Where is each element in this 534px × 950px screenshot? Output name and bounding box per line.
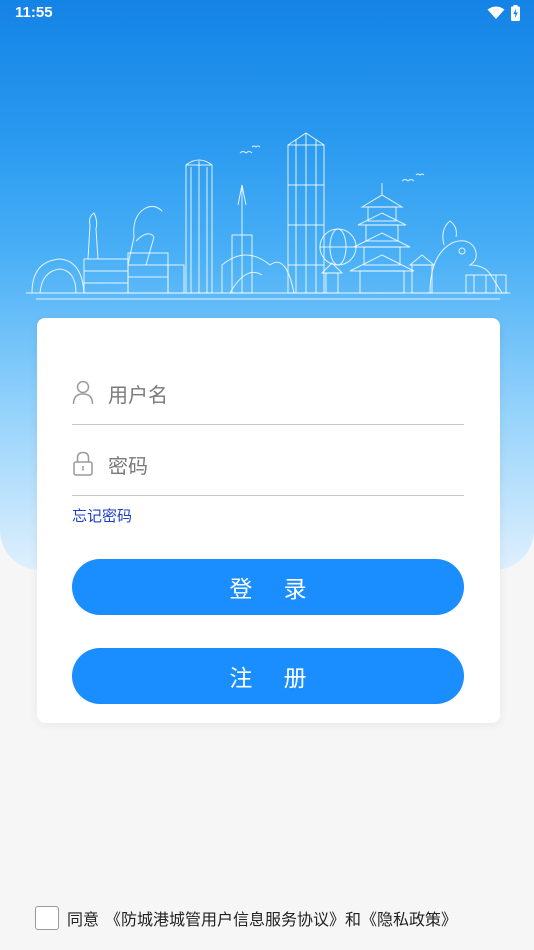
agreement-checkbox[interactable] — [35, 906, 59, 930]
user-icon — [72, 380, 94, 405]
city-skyline-illustration — [26, 132, 510, 300]
status-bar: 11:55 — [0, 0, 534, 28]
battery-charging-icon — [511, 5, 520, 21]
privacy-policy-link[interactable]: 《隐私政策》 — [361, 906, 457, 930]
lock-icon — [73, 451, 93, 476]
agreement-conjunction: 和 — [345, 910, 362, 929]
login-card: 忘记密码 登 录 注 册 — [37, 318, 500, 723]
user-agreement-link[interactable]: 《防城港城管用户信息服务协议》 — [105, 906, 345, 930]
status-time: 11:55 — [15, 4, 53, 21]
agreement-prefix: 同意 — [67, 910, 100, 929]
password-input[interactable] — [106, 449, 460, 483]
wifi-icon — [487, 6, 505, 19]
forgot-password-link[interactable]: 忘记密码 — [72, 505, 132, 526]
login-button[interactable]: 登 录 — [72, 559, 464, 615]
username-input[interactable] — [106, 378, 460, 412]
agreement-row: 同意 《防城港城管用户信息服务协议》 和 《隐私政策》 — [35, 904, 457, 932]
register-button[interactable]: 注 册 — [72, 648, 464, 704]
password-field — [72, 435, 464, 496]
status-icons — [487, 5, 520, 21]
username-field — [72, 364, 464, 425]
